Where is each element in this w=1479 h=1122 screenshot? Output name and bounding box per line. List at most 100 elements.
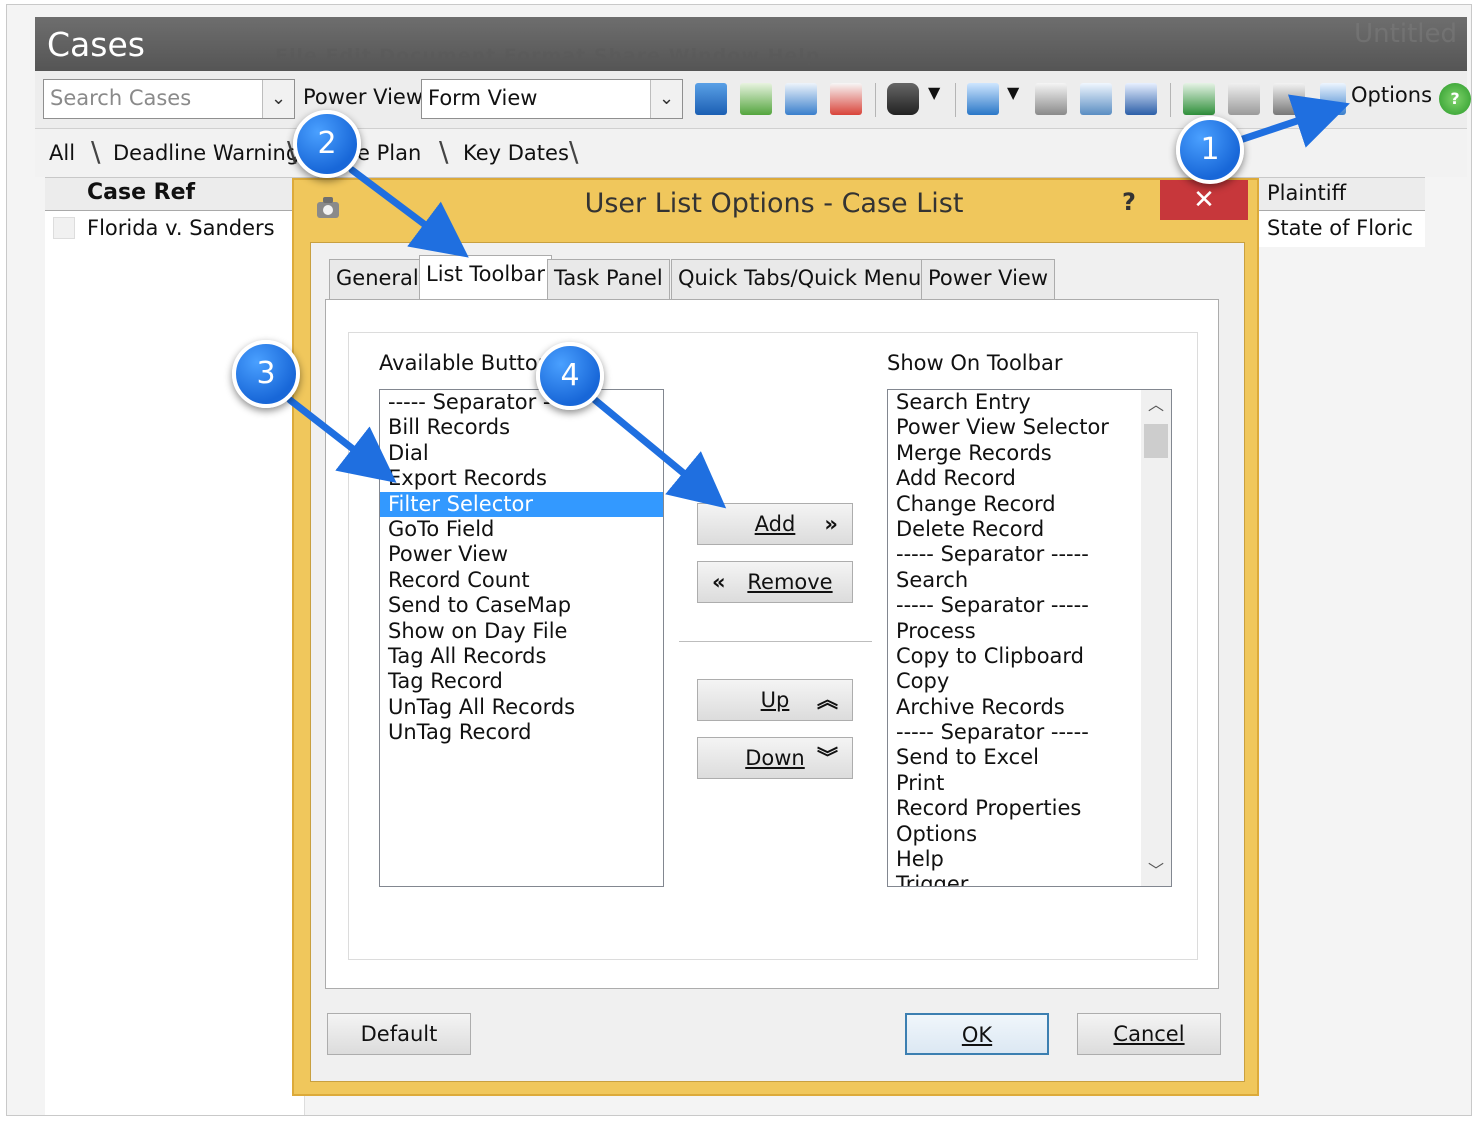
scroll-thumb[interactable] xyxy=(1144,424,1168,458)
list-item[interactable]: ----- Separator ----- xyxy=(888,542,1171,567)
double-chevron-up-icon: ︽ xyxy=(817,688,838,712)
list-item[interactable]: Export Records xyxy=(380,466,663,491)
toolbar-list-scrollbar[interactable]: ︿ ﹀ xyxy=(1141,390,1171,886)
cancel-button[interactable]: Cancel xyxy=(1077,1013,1221,1055)
chevron-down-icon[interactable]: ▼ xyxy=(1007,83,1019,102)
background-title: Untitled xyxy=(1354,19,1457,49)
dialog-body: General List Toolbar Task Panel Quick Ta… xyxy=(310,242,1245,1082)
row-checkbox[interactable] xyxy=(53,217,75,239)
callout-1: 1 xyxy=(1176,116,1244,184)
list-toolbar-panel: Available Buttons Show On Toolbar ----- … xyxy=(325,299,1219,989)
process-icon[interactable] xyxy=(967,83,999,115)
background-menu: File Edit Document Format Share Window H… xyxy=(275,45,821,67)
add-button[interactable]: Add » xyxy=(697,503,853,545)
list-item[interactable]: ----- Separator ----- xyxy=(380,390,663,415)
available-buttons-label: Available Buttons xyxy=(379,351,563,375)
list-item[interactable]: Copy to Clipboard xyxy=(888,644,1171,669)
help-button[interactable]: ? xyxy=(1122,188,1136,216)
double-chevron-down-icon: ︾ xyxy=(817,746,838,770)
delete-record-icon[interactable] xyxy=(830,83,862,115)
list-item[interactable]: Options xyxy=(888,822,1171,847)
tab-list-toolbar[interactable]: List Toolbar xyxy=(419,255,553,301)
list-item[interactable]: Power View Selector xyxy=(888,415,1171,440)
list-item[interactable]: UnTag All Records xyxy=(380,695,663,720)
send-to-excel-icon[interactable] xyxy=(1183,83,1215,115)
quick-tabs: All \ Deadline Warning \ e Plan \ Key Da… xyxy=(35,129,1467,177)
column-plaintiff[interactable]: Plaintiff xyxy=(1267,181,1346,205)
callout-4: 4 xyxy=(536,342,604,410)
down-button[interactable]: Down ︾ xyxy=(697,737,853,779)
copy-icon[interactable] xyxy=(1080,83,1112,115)
chevron-down-icon[interactable]: ⌄ xyxy=(262,80,294,118)
merge-records-icon[interactable] xyxy=(695,83,727,115)
list-item[interactable]: Record Count xyxy=(380,568,663,593)
app-title: Cases xyxy=(47,25,145,64)
list-item[interactable]: Help xyxy=(888,847,1171,872)
print-icon[interactable] xyxy=(1228,83,1260,115)
list-item[interactable]: GoTo Field xyxy=(380,517,663,542)
tab-quick-tabs-quick-menu[interactable]: Quick Tabs/Quick Menu xyxy=(671,259,929,299)
list-item[interactable]: Search xyxy=(888,568,1171,593)
power-view-select[interactable]: Form View ⌄ xyxy=(421,79,683,119)
power-view-label: Power View xyxy=(303,85,424,109)
tab-task-panel[interactable]: Task Panel xyxy=(547,259,670,299)
list-item[interactable]: Tag Record xyxy=(380,669,663,694)
binoculars-icon[interactable] xyxy=(887,83,919,115)
search-cases-combo[interactable]: Search Cases ⌄ xyxy=(43,79,295,119)
list-item[interactable]: Record Properties xyxy=(888,796,1171,821)
list-item[interactable]: Send to Excel xyxy=(888,745,1171,770)
list-item[interactable]: Show on Day File xyxy=(380,619,663,644)
list-item[interactable]: Filter Selector xyxy=(380,491,663,517)
chevron-down-icon[interactable]: ﹀ xyxy=(1141,856,1171,886)
default-button[interactable]: Default xyxy=(327,1013,471,1055)
list-item[interactable]: Add Record xyxy=(888,466,1171,491)
app-titlebar: Cases File Edit Document Format Share Wi… xyxy=(35,17,1467,71)
help-icon[interactable]: ? xyxy=(1439,83,1471,115)
tab-general[interactable]: General xyxy=(329,259,426,299)
ok-button[interactable]: OK xyxy=(905,1013,1049,1055)
tab-power-view[interactable]: Power View xyxy=(921,259,1056,299)
chevron-down-icon[interactable]: ⌄ xyxy=(650,80,682,118)
list-item[interactable]: Tag All Records xyxy=(380,644,663,669)
column-case-ref[interactable]: Case Ref xyxy=(87,180,195,205)
list-item[interactable]: Dial xyxy=(380,441,663,466)
callout-2: 2 xyxy=(293,110,361,178)
search-cases-placeholder: Search Cases xyxy=(50,86,192,110)
chevron-up-icon[interactable]: ︿ xyxy=(1141,390,1171,420)
close-button[interactable]: ✕ xyxy=(1160,180,1248,220)
list-item[interactable]: ----- Separator ----- xyxy=(888,593,1171,618)
available-buttons-list[interactable]: ----- Separator ----- Bill Records Dial Exp… xyxy=(379,389,664,887)
main-toolbar: Search Cases ⌄ Power View Form View ⌄ ▼ … xyxy=(35,71,1471,129)
tab-all[interactable]: All xyxy=(49,141,75,165)
list-item[interactable]: Archive Records xyxy=(888,695,1171,720)
list-item[interactable]: Process xyxy=(888,619,1171,644)
tab-key-dates[interactable]: Key Dates xyxy=(463,141,569,165)
show-on-toolbar-label: Show On Toolbar xyxy=(887,351,1063,375)
list-item[interactable]: ----- Separator ----- xyxy=(888,720,1171,745)
add-record-icon[interactable] xyxy=(740,83,772,115)
list-item[interactable]: Print xyxy=(888,771,1171,796)
archive-records-icon[interactable] xyxy=(1125,83,1157,115)
list-item[interactable]: Bill Records xyxy=(380,415,663,440)
options-button[interactable]: Options xyxy=(1351,83,1432,107)
up-button[interactable]: Up ︽ xyxy=(697,679,853,721)
list-item[interactable]: Delete Record xyxy=(888,517,1171,542)
user-list-options-dialog: User List Options - Case List ? ✕ Genera… xyxy=(292,178,1259,1096)
record-properties-icon[interactable] xyxy=(1273,83,1305,115)
list-item[interactable]: Copy xyxy=(888,669,1171,694)
list-item[interactable]: Send to CaseMap xyxy=(380,593,663,618)
options-icon[interactable] xyxy=(1320,83,1346,115)
list-item[interactable]: Power View xyxy=(380,542,663,567)
list-item[interactable]: Search Entry xyxy=(888,390,1171,415)
change-record-icon[interactable] xyxy=(785,83,817,115)
list-item[interactable]: Merge Records xyxy=(888,441,1171,466)
tab-deadline-warning[interactable]: Deadline Warning xyxy=(113,141,299,165)
list-item[interactable]: UnTag Record xyxy=(380,720,663,745)
remove-button[interactable]: « Remove xyxy=(697,561,853,603)
show-on-toolbar-list[interactable]: Search Entry Power View Selector Merge Rec… xyxy=(887,389,1172,887)
tab-plan[interactable]: e Plan xyxy=(357,141,421,165)
list-item[interactable]: Trigger xyxy=(888,872,1171,886)
chevron-down-icon[interactable]: ▼ xyxy=(928,83,940,102)
copy-to-clipboard-icon[interactable] xyxy=(1035,83,1067,115)
list-item[interactable]: Change Record xyxy=(888,492,1171,517)
